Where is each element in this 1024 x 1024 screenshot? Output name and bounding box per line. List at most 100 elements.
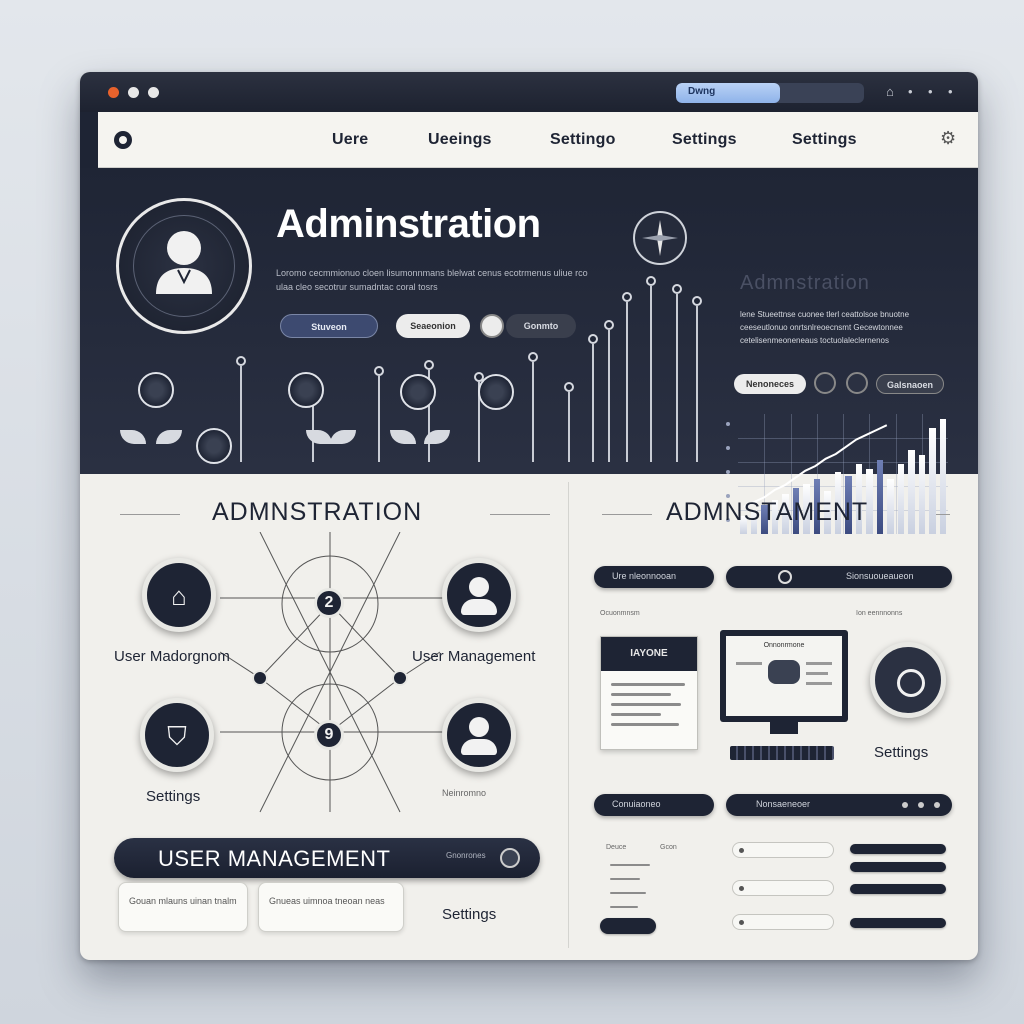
toggle-button[interactable]: Gonmto [506,314,576,338]
option-toggle-4[interactable] [850,918,946,928]
toggle-knob[interactable] [480,314,504,338]
chart-axis-dot [726,446,730,450]
right-pill-2[interactable]: Galsnaoen [876,374,944,394]
settings-icon[interactable]: ⚙ [940,128,956,149]
nav-item-users[interactable]: Uere [332,131,368,149]
right-title-rule-left [602,514,652,515]
org-icon: ⌂ [171,581,187,611]
right-circle-1[interactable] [814,372,836,394]
doc-line [611,683,685,686]
list-action-button[interactable] [600,918,656,934]
hero-right-text: lene Stueettnse cuonee tlerl ceattolsoe … [740,310,910,345]
right-bar-1[interactable]: Ure nleonnooan [594,566,714,588]
minimize-window-button[interactable] [128,87,139,98]
monitor-line [806,682,832,685]
stem-dot [528,352,538,362]
hub-node-bottom[interactable]: 9 [314,720,344,750]
mini-node-left[interactable] [252,670,268,686]
right-circle-2[interactable] [846,372,868,394]
nav-item-ueeings[interactable]: Ueeings [428,131,492,149]
flower-icon [478,374,514,410]
title-rule-right [490,514,550,515]
nav-item-settingo[interactable]: Settingo [550,131,616,149]
right-bar-3[interactable]: Conuiaoneo [594,794,714,816]
list-line [610,906,638,908]
option-toggle-2[interactable] [850,862,946,872]
right-bar-4-text: Nonsaeneoer [756,799,811,809]
decorative-stem [378,376,380,462]
option-row-3[interactable] [732,914,834,930]
more-icon-2[interactable]: • [928,85,933,99]
list-line [610,878,640,880]
secondary-button[interactable]: Seaeonion [396,314,470,338]
list-header-right: Gcon [660,844,677,851]
decorative-stem [696,306,698,462]
stem-dot [672,284,682,294]
info-card-1[interactable]: Gouan mlauns uinan tnalm [118,882,248,932]
monitor-preview[interactable]: Onnonrmone [720,630,848,722]
mini-node-right[interactable] [392,670,408,686]
option-toggle-3[interactable] [850,884,946,894]
stem-dot [622,292,632,302]
right-bar-2[interactable]: Sionsuoueaueon [726,566,952,588]
flower-icon [288,372,324,408]
monitor-screen: Onnonrmone [726,636,842,716]
leaf-icon [306,430,332,444]
keyboard-icon [730,746,834,760]
node-label-bottom-right: Neinromno [442,788,487,798]
primary-button[interactable]: Stuveon [280,314,378,338]
more-icon-3[interactable]: • [948,85,953,99]
maximize-window-button[interactable] [148,87,159,98]
address-bar[interactable]: Dwng [676,83,864,103]
person-body [461,739,497,755]
dot-icon [918,802,924,808]
document-preview[interactable]: IAYONE [600,636,698,750]
person-icon [469,577,489,597]
right-pill-1[interactable]: Nenoneces [734,374,806,394]
node-label-top-left: User Madorgnom [114,648,230,665]
nav-item-settings-1[interactable]: Settings [672,131,737,149]
doc-line [611,703,681,706]
option-row-2[interactable] [732,880,834,896]
user-node-top-right[interactable] [442,558,516,632]
user-management-bar[interactable]: USER MANAGEMENT Gnonrones [114,838,540,878]
avatar[interactable] [116,198,252,334]
user-management-label: USER MANAGEMENT [158,846,391,871]
stem-dot [646,276,656,286]
right-bar-2-text: Sionsuoueaueon [846,571,914,581]
option-toggle-1[interactable] [850,844,946,854]
decorative-stem [650,286,652,462]
right-settings-label[interactable]: Settings [874,744,928,761]
doc-line [611,723,679,726]
user-management-node[interactable]: ⌂ [142,558,216,632]
settings-link[interactable]: Settings [442,906,496,923]
info-card-2[interactable]: Gnueas uimnoa tneoan neas [258,882,404,932]
doc-line [611,693,671,696]
right-section-title: ADMNSTAMENT [666,498,869,526]
stem-dot [692,296,702,306]
stem-dot [588,334,598,344]
nav-item-settings-2[interactable]: Settings [792,131,857,149]
stem-dot [604,320,614,330]
person-body [461,599,497,615]
option-row-1[interactable] [732,842,834,858]
monitor-header: Onnonrmone [763,642,805,649]
more-icon-1[interactable]: • [908,85,913,99]
user-node-bottom-right[interactable] [442,698,516,772]
info-card-1-text: Gouan mlauns uinan tnalm [129,896,237,906]
settings-node[interactable]: ⛉ [140,698,214,772]
monitor-stand [770,722,798,734]
user-icon [156,231,212,294]
right-bar-3-text: Conuiaoneo [612,799,661,809]
compass-icon [633,211,687,265]
settings-power-button[interactable] [870,642,946,718]
close-window-button[interactable] [108,87,119,98]
user-management-toggle[interactable] [500,848,520,868]
hub-node-top[interactable]: 2 [314,588,344,618]
right-bar-4[interactable]: Nonsaeneoer [726,794,952,816]
logo-icon[interactable] [114,131,132,149]
top-nav: Uere Ueeings Settingo Settings Settings … [98,112,978,168]
person-icon [469,717,489,737]
stem-dot [424,360,434,370]
home-icon[interactable]: ⌂ [886,85,894,99]
